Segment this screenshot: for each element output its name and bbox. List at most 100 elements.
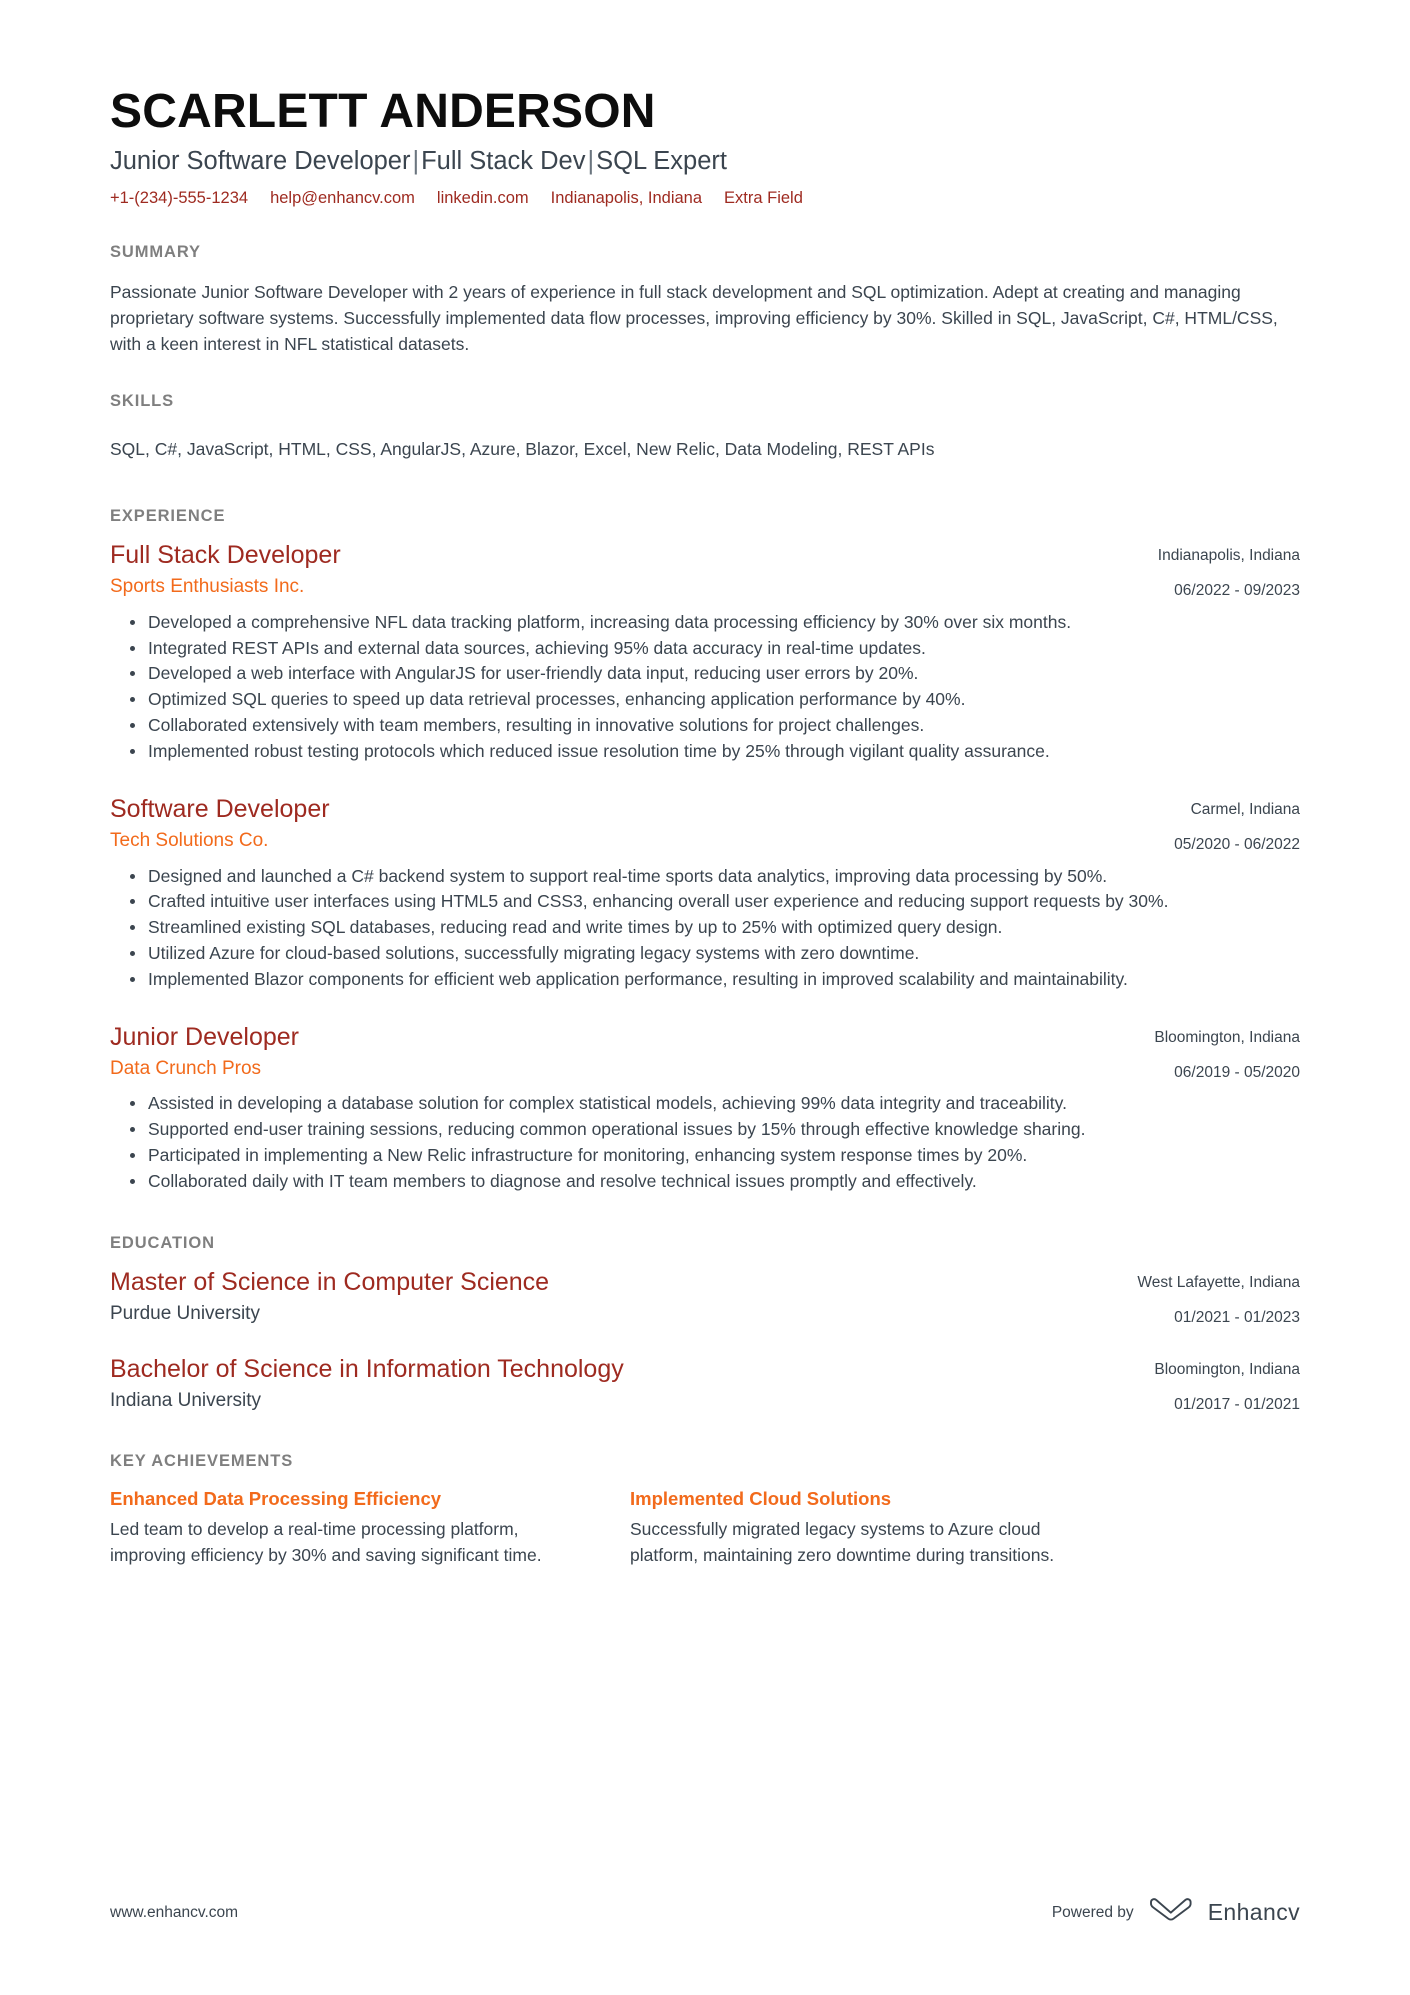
experience-entry-left: Software Developer Tech Solutions Co.	[110, 794, 1150, 853]
experience-entry: Software Developer Tech Solutions Co. Ca…	[110, 794, 1300, 992]
job-dates: 06/2022 - 09/2023	[1174, 582, 1300, 600]
education-entries: Master of Science in Computer Science Pu…	[110, 1267, 1300, 1415]
experience-entry: Junior Developer Data Crunch Pros Bloomi…	[110, 1022, 1300, 1194]
footer-brand: Powered by Enhancv	[1052, 1897, 1300, 1928]
section-education: EDUCATION Master of Science in Computer …	[110, 1234, 1300, 1415]
experience-entry-left: Full Stack Developer Sports Enthusiasts …	[110, 540, 1134, 599]
degree-location: West Lafayette, Indiana	[1137, 1273, 1300, 1291]
job-bullet: Implemented robust testing protocols whi…	[130, 739, 1300, 764]
job-bullet: Streamlined existing SQL databases, redu…	[130, 915, 1300, 940]
section-title-summary: SUMMARY	[110, 243, 201, 262]
contact-extra-field[interactable]: Extra Field	[724, 189, 803, 207]
achievement-title: Enhanced Data Processing Efficiency	[110, 1488, 442, 1510]
achievement-item: Enhanced Data Processing Efficiency Led …	[110, 1487, 580, 1568]
section-skills: SKILLS SQL, C#, JavaScript, HTML, CSS, A…	[110, 392, 1300, 463]
contact-email[interactable]: help@enhancv.com	[270, 189, 415, 207]
section-title-education: EDUCATION	[110, 1233, 215, 1252]
job-title: Full Stack Developer	[110, 540, 341, 569]
education-entry-left: Bachelor of Science in Information Techn…	[110, 1354, 1130, 1413]
degree-title: Master of Science in Computer Science	[110, 1267, 550, 1296]
degree-location: Bloomington, Indiana	[1154, 1360, 1300, 1378]
company-name: Data Crunch Pros	[110, 1057, 262, 1079]
education-entry: Master of Science in Computer Science Pu…	[110, 1267, 1300, 1328]
powered-by-label: Powered by	[1051, 1903, 1134, 1921]
education-entry-meta: Bloomington, Indiana 01/2017 - 01/2021	[1130, 1354, 1300, 1415]
experience-entry-head: Junior Developer Data Crunch Pros Bloomi…	[110, 1022, 1300, 1083]
education-entry-left: Master of Science in Computer Science Pu…	[110, 1267, 1113, 1326]
skills-text: SQL, C#, JavaScript, HTML, CSS, AngularJ…	[110, 439, 935, 460]
experience-entry-head: Software Developer Tech Solutions Co. Ca…	[110, 794, 1300, 855]
experience-entry-left: Junior Developer Data Crunch Pros	[110, 1022, 1130, 1081]
achievement-item: Implemented Cloud Solutions Successfully…	[630, 1487, 1100, 1568]
job-bullet: Developed a web interface with AngularJS…	[130, 661, 1300, 686]
job-bullet: Developed a comprehensive NFL data track…	[130, 610, 1300, 635]
education-entry-meta: West Lafayette, Indiana 01/2021 - 01/202…	[1113, 1267, 1300, 1328]
job-bullet: Implemented Blazor components for effici…	[130, 967, 1300, 992]
headline-part-3: SQL Expert	[596, 146, 727, 175]
contact-row: +1-(234)-555-1234 help@enhancv.com linkedi…	[110, 188, 1300, 209]
enhancv-infinity-icon	[1148, 1897, 1194, 1928]
job-title: Junior Developer	[110, 1022, 299, 1051]
experience-entry-head: Full Stack Developer Sports Enthusiasts …	[110, 540, 1300, 601]
experience-entry: Full Stack Developer Sports Enthusiasts …	[110, 540, 1300, 764]
job-bullet: Optimized SQL queries to speed up data r…	[130, 687, 1300, 712]
job-location: Bloomington, Indiana	[1154, 1028, 1300, 1046]
job-bullet: Collaborated daily with IT team members …	[130, 1169, 1300, 1194]
page-footer: www.enhancv.com Powered by Enhancv	[110, 1897, 1300, 1928]
contact-location[interactable]: Indianapolis, Indiana	[551, 189, 702, 207]
headline-part-2: Full Stack Dev	[421, 146, 586, 175]
job-bullet: Collaborated extensively with team membe…	[130, 713, 1300, 738]
achievement-text: Led team to develop a real-time processi…	[110, 1519, 542, 1565]
experience-entries: Full Stack Developer Sports Enthusiasts …	[110, 540, 1300, 1194]
job-location: Indianapolis, Indiana	[1157, 546, 1300, 564]
job-bullet: Designed and launched a C# backend syste…	[130, 864, 1300, 889]
candidate-name: SCARLETT ANDERSON	[110, 85, 656, 138]
degree-dates: 01/2017 - 01/2021	[1174, 1395, 1300, 1413]
candidate-headline: Junior Software Developer|Full Stack Dev…	[110, 146, 1300, 177]
job-bullets: Developed a comprehensive NFL data track…	[110, 610, 1300, 764]
education-entry: Bachelor of Science in Information Techn…	[110, 1354, 1300, 1415]
contact-phone[interactable]: +1-(234)-555-1234	[110, 189, 248, 207]
section-key-achievements: KEY ACHIEVEMENTS Enhanced Data Processin…	[110, 1452, 1300, 1568]
section-summary: SUMMARY Passionate Junior Software Devel…	[110, 243, 1300, 358]
job-dates: 05/2020 - 06/2022	[1174, 836, 1300, 854]
job-bullets: Assisted in developing a database soluti…	[110, 1091, 1300, 1193]
job-bullet: Supported end-user training sessions, re…	[130, 1117, 1300, 1142]
company-name: Sports Enthusiasts Inc.	[110, 575, 305, 597]
degree-dates: 01/2021 - 01/2023	[1174, 1309, 1300, 1327]
job-location: Carmel, Indiana	[1190, 800, 1300, 818]
education-entry-head: Bachelor of Science in Information Techn…	[110, 1354, 1300, 1415]
job-bullet: Crafted intuitive user interfaces using …	[130, 889, 1300, 914]
headline-part-1: Junior Software Developer	[110, 146, 411, 175]
experience-entry-meta: Bloomington, Indiana 06/2019 - 05/2020	[1130, 1022, 1300, 1083]
section-experience: EXPERIENCE Full Stack Developer Sports E…	[110, 507, 1300, 1194]
job-bullet: Utilized Azure for cloud-based solutions…	[130, 941, 1300, 966]
company-name: Tech Solutions Co.	[110, 829, 269, 851]
job-bullet: Integrated REST APIs and external data s…	[130, 636, 1300, 661]
footer-website-url[interactable]: www.enhancv.com	[110, 1904, 238, 1922]
job-bullet: Assisted in developing a database soluti…	[130, 1091, 1300, 1116]
resume-page: SCARLETT ANDERSON Junior Software Develo…	[0, 0, 1410, 1995]
experience-entry-meta: Carmel, Indiana 05/2020 - 06/2022	[1150, 794, 1300, 855]
institution-name: Purdue University	[110, 1302, 260, 1324]
section-title-skills: SKILLS	[110, 392, 175, 411]
skills-body: SQL, C#, JavaScript, HTML, CSS, AngularJ…	[110, 437, 1300, 463]
experience-entry-meta: Indianapolis, Indiana 06/2022 - 09/2023	[1134, 540, 1300, 601]
education-entry-head: Master of Science in Computer Science Pu…	[110, 1267, 1300, 1328]
achievements-grid: Enhanced Data Processing Efficiency Led …	[110, 1487, 1300, 1568]
contact-linkedin[interactable]: linkedin.com	[437, 189, 529, 207]
enhancv-brand-name: Enhancv	[1207, 1899, 1300, 1925]
institution-name: Indiana University	[110, 1389, 262, 1411]
section-title-experience: EXPERIENCE	[110, 506, 226, 525]
summary-body: Passionate Junior Software Developer wit…	[110, 280, 1300, 358]
summary-text: Passionate Junior Software Developer wit…	[110, 282, 1278, 355]
job-bullet: Participated in implementing a New Relic…	[130, 1143, 1300, 1168]
resume-header: SCARLETT ANDERSON Junior Software Develo…	[110, 0, 1300, 209]
job-dates: 06/2019 - 05/2020	[1174, 1064, 1300, 1082]
headline-separator-2: |	[587, 146, 595, 175]
job-bullets: Designed and launched a C# backend syste…	[110, 864, 1300, 992]
achievement-title: Implemented Cloud Solutions	[630, 1488, 892, 1510]
section-title-key-achievements: KEY ACHIEVEMENTS	[110, 1452, 294, 1471]
headline-separator-1: |	[412, 146, 420, 175]
job-title: Software Developer	[110, 794, 330, 823]
